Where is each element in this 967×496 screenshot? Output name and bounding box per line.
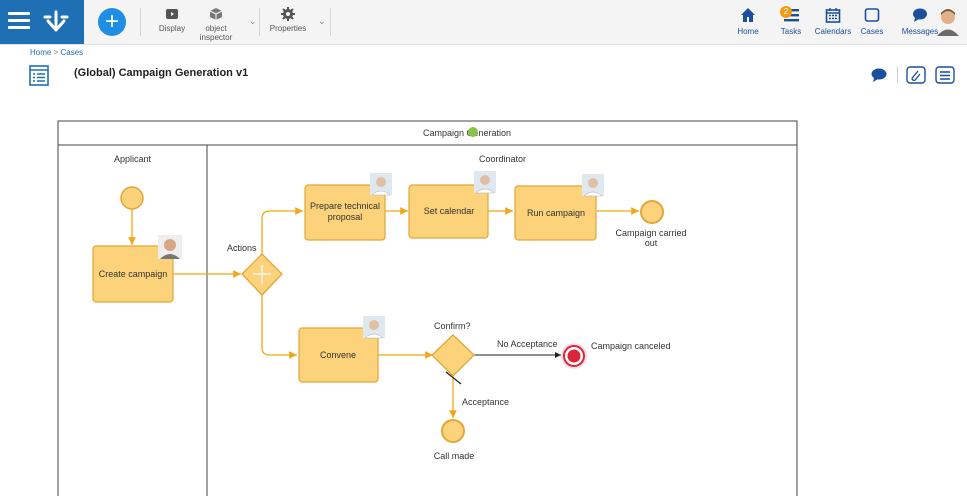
performer-avatar-icon — [582, 174, 604, 197]
breadcrumb-home-link[interactable]: Home — [30, 48, 51, 57]
cases-icon — [864, 8, 880, 22]
pool-title: Campaign Generation — [423, 128, 511, 138]
comment-icon[interactable] — [869, 66, 889, 84]
gateway-label-confirm: Confirm? — [434, 321, 471, 331]
task-label: Run campaign — [527, 208, 585, 218]
properties-button[interactable]: Properties — [267, 6, 309, 33]
object-inspector-label-line2: inspector — [199, 33, 233, 42]
gateway-label-actions: Actions — [227, 243, 257, 253]
lane-label-applicant: Applicant — [114, 154, 152, 164]
display-button[interactable]: Display — [152, 6, 192, 33]
event-label-canceled: Campaign canceled — [591, 341, 671, 351]
nav-home-label: Home — [737, 27, 759, 36]
start-event[interactable] — [120, 186, 144, 210]
task-label-line1: Prepare technical — [310, 201, 380, 211]
task-label: Convene — [320, 350, 356, 360]
object-inspector-button[interactable]: object inspector — [198, 6, 234, 42]
toolbar-divider — [259, 8, 260, 36]
status-indicator-icon — [468, 127, 478, 137]
object-inspector-label-line1: object — [205, 24, 227, 33]
event-label-line1: Campaign carried — [615, 228, 686, 238]
display-label: Display — [158, 24, 186, 33]
nav-calendars[interactable]: Calendars — [814, 6, 852, 36]
performer-avatar-icon — [158, 235, 182, 259]
process-diagram: Campaign Generation Applicant Coordinato… — [57, 120, 798, 496]
chevron-down-icon[interactable]: ⌄ — [318, 16, 326, 27]
task-label: Create campaign — [99, 269, 168, 279]
nav-calendars-label: Calendars — [814, 27, 852, 36]
breadcrumb: Home > Cases — [30, 48, 83, 57]
nav-home[interactable]: Home — [734, 6, 762, 36]
performer-avatar-icon — [474, 171, 496, 194]
nav-cases[interactable]: Cases — [860, 6, 884, 36]
chat-bubble-icon — [913, 8, 927, 22]
toolbar-divider — [330, 8, 331, 36]
nav-messages[interactable]: Messages — [900, 6, 940, 36]
new-item-button[interactable]: + — [98, 8, 126, 36]
pool — [57, 120, 798, 496]
nav-tasks-label: Tasks — [780, 27, 802, 36]
task-label: Set calendar — [424, 206, 475, 216]
tasks-count-badge: 2 — [780, 6, 792, 18]
toolbar-divider — [140, 8, 141, 36]
event-label-line2: out — [645, 238, 658, 248]
gear-icon — [281, 7, 295, 21]
breadcrumb-cases-link[interactable]: Cases — [60, 48, 83, 57]
panel-toggle-icon[interactable] — [935, 66, 955, 84]
performer-avatar-icon — [363, 316, 385, 339]
page-title: (Global) Campaign Generation v1 — [74, 67, 249, 79]
end-event-carried-out[interactable] — [640, 200, 664, 224]
home-icon — [741, 8, 755, 22]
attachment-icon[interactable] — [906, 66, 926, 84]
end-event-call-made[interactable] — [441, 419, 465, 443]
task-label-line2: proposal — [328, 212, 363, 222]
top-toolbar: + Display object inspector ⌄ Properties … — [0, 0, 967, 45]
flow-label-no-acceptance: No Acceptance — [497, 339, 558, 349]
nav-messages-label: Messages — [901, 27, 939, 36]
header-divider — [897, 67, 898, 83]
lane-label-coordinator: Coordinator — [479, 154, 526, 164]
app-logo-icon[interactable] — [42, 9, 70, 35]
calendar-icon — [825, 8, 841, 23]
breadcrumb-separator: > — [53, 48, 59, 57]
brand-area — [0, 0, 84, 44]
hamburger-menu-icon[interactable] — [8, 12, 30, 32]
nav-tasks[interactable]: 2 Tasks — [778, 6, 804, 36]
cube-icon — [209, 8, 223, 20]
terminate-marker-icon — [567, 349, 581, 363]
flow-label-acceptance: Acceptance — [462, 397, 509, 407]
chevron-down-icon[interactable]: ⌄ — [249, 16, 257, 27]
nav-cases-label: Cases — [860, 27, 884, 36]
performer-avatar-icon — [370, 173, 392, 196]
display-icon — [166, 9, 178, 19]
process-document-icon — [29, 65, 49, 86]
properties-label: Properties — [269, 24, 307, 33]
event-label-call-made: Call made — [434, 451, 475, 461]
user-avatar[interactable] — [935, 6, 961, 36]
